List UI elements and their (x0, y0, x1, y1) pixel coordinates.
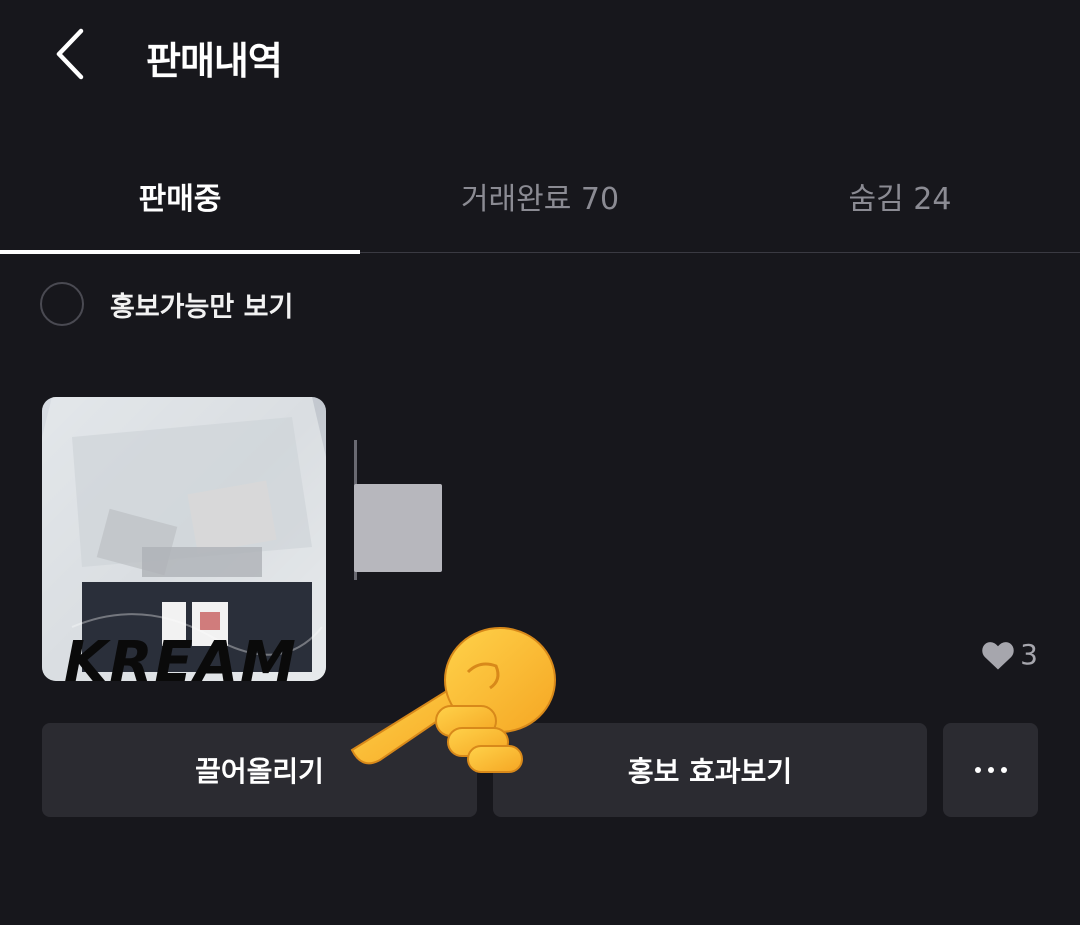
back-button[interactable] (40, 22, 100, 86)
more-horizontal-icon (974, 767, 1007, 773)
promo-filter-toggle[interactable]: 홍보가능만 보기 (40, 278, 293, 330)
chevron-left-icon (56, 28, 84, 80)
bump-up-button[interactable]: 끌어올리기 (42, 723, 477, 817)
redacted-title (354, 484, 442, 572)
heart-icon (982, 641, 1014, 670)
like-count-value: 3 (1020, 638, 1038, 671)
app-header: 판매내역 (0, 0, 1080, 112)
promotion-effect-button[interactable]: 홍보 효과보기 (493, 723, 927, 817)
thumbnail-brand-text: KREAM (64, 630, 298, 681)
product-thumbnail[interactable]: KREAM (42, 397, 326, 681)
like-count: 3 (980, 638, 1038, 671)
tab-hidden[interactable]: 숨김 24 (720, 140, 1080, 252)
more-options-button[interactable] (943, 723, 1038, 817)
product-photo: KREAM (42, 397, 326, 681)
filter-label: 홍보가능만 보기 (110, 291, 294, 323)
filter-radio[interactable] (40, 282, 84, 326)
tab-selling[interactable]: 판매중 (0, 140, 360, 254)
tab-completed[interactable]: 거래완료 70 (360, 140, 720, 252)
page-title: 판매내역 (146, 39, 283, 83)
tab-bar: 판매중 거래완료 70 숨김 24 (0, 140, 1080, 254)
